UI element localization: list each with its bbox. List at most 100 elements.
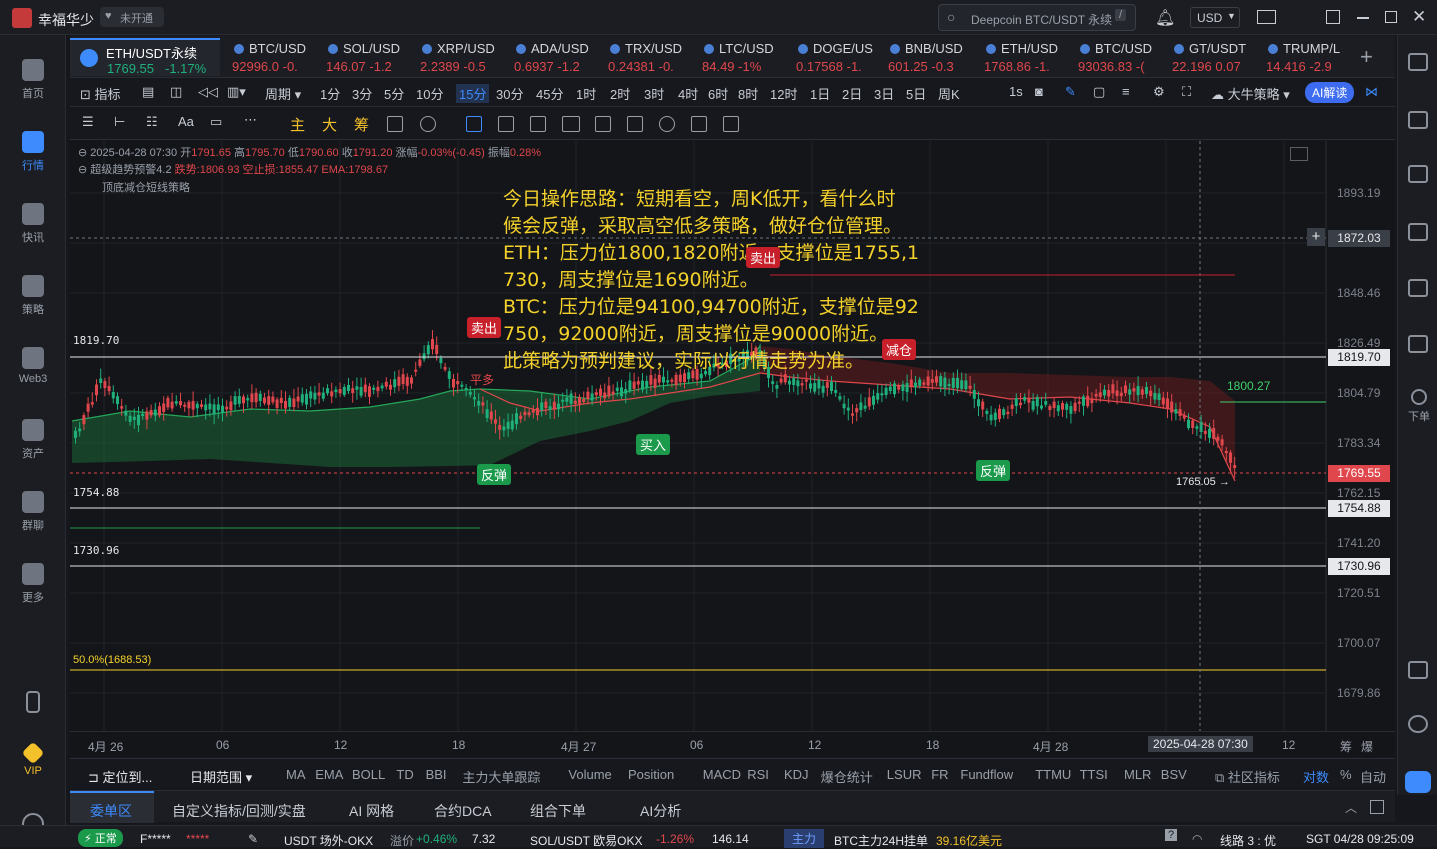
symbol-tab[interactable]: LTC/USD 84.49 -1% xyxy=(702,38,794,76)
nav-chat[interactable]: 群聊 xyxy=(0,491,66,533)
chips-toggle[interactable]: 筹 xyxy=(1340,738,1352,755)
indicator-item[interactable]: MLR xyxy=(1124,767,1151,782)
edit-icon[interactable]: ✎ xyxy=(248,832,258,846)
refresh-tool-icon[interactable] xyxy=(387,116,403,132)
indicator-item[interactable]: 主力大单跟踪 xyxy=(462,767,540,786)
indicator-item[interactable]: 爆仓统计 xyxy=(821,767,873,786)
period-9[interactable]: 3时 xyxy=(644,84,664,103)
period-8[interactable]: 2时 xyxy=(610,84,630,103)
symbol-tab[interactable]: ADA/USD 0.6937 -1.2 xyxy=(514,38,606,76)
expand-panel-icon[interactable] xyxy=(1370,800,1384,814)
percent-toggle[interactable]: % xyxy=(1340,767,1352,782)
lock-tool-icon[interactable] xyxy=(595,116,611,132)
signal-icon[interactable] xyxy=(1408,223,1428,241)
nav-vip[interactable]: VIP xyxy=(0,741,66,777)
rewind-icon[interactable]: ◁◁ xyxy=(198,84,218,100)
period-select[interactable]: 周期 ▾ xyxy=(265,84,301,103)
indicator-item[interactable]: LSUR xyxy=(887,767,922,782)
period-7[interactable]: 1时 xyxy=(576,84,596,103)
ai-interpret-button[interactable]: AI解读 xyxy=(1305,82,1355,103)
period-5[interactable]: 30分 xyxy=(496,84,523,103)
symbol-tab[interactable]: SOL/USD 146.07 -1.2 xyxy=(326,38,418,76)
liquidation-toggle[interactable]: 爆 xyxy=(1361,738,1373,755)
second-chart-button[interactable]: 1s xyxy=(1009,84,1023,99)
help-icon[interactable]: ? xyxy=(1165,829,1178,841)
symbol-tab[interactable]: GT/USDT 22.196 0.07 xyxy=(1172,38,1264,76)
username[interactable]: 幸福华少 xyxy=(38,10,94,30)
bell-icon[interactable]: 🔔︎ xyxy=(1155,8,1175,28)
period-1[interactable]: 3分 xyxy=(352,84,372,103)
symbol-tab[interactable]: TRX/USD 0.24381 -0. xyxy=(608,38,700,76)
indicator-item[interactable]: MA xyxy=(286,767,306,782)
symbol-tab[interactable]: TRUMP/L 14.416 -2.9 xyxy=(1266,38,1358,76)
add-tab-icon[interactable]: + xyxy=(1360,44,1373,70)
layout-icon[interactable] xyxy=(1408,53,1428,71)
edit-tool-icon[interactable] xyxy=(627,116,643,132)
maximize-icon[interactable] xyxy=(1385,11,1397,23)
popout-icon[interactable] xyxy=(1326,10,1340,24)
more-tools-icon[interactable]: ⋯ xyxy=(244,112,257,128)
bars-tool-icon[interactable] xyxy=(562,116,580,132)
share-icon[interactable]: ⋈ xyxy=(1365,84,1378,100)
layout-split-icon[interactable]: ◫ xyxy=(170,84,182,100)
tab-ai-grid[interactable]: AI 网格 xyxy=(349,801,394,821)
symbol-tab[interactable]: BNB/USD 601.25 -0.3 xyxy=(888,38,980,76)
period-10[interactable]: 4时 xyxy=(678,84,698,103)
tab-custom-indicators[interactable]: 自定义指标/回测/实盘 xyxy=(172,801,306,821)
chips-button[interactable]: 筹 xyxy=(354,114,369,135)
magnet-tool-icon[interactable] xyxy=(659,116,675,132)
period-2[interactable]: 5分 xyxy=(384,84,404,103)
indicator-button[interactable]: ⊡ 指标 xyxy=(80,84,121,103)
calendar-icon[interactable]: ▤ xyxy=(142,84,154,100)
period-17[interactable]: 5日 xyxy=(906,84,926,103)
select-tool-icon[interactable] xyxy=(466,116,482,132)
period-0[interactable]: 1分 xyxy=(320,84,340,103)
log-scale-toggle[interactable]: 对数 xyxy=(1303,767,1329,786)
indicator-legend-2[interactable]: 顶底减仓短线策略 xyxy=(102,179,190,195)
symbol-tab[interactable]: ETH/USD 1768.86 -1. xyxy=(984,38,1076,76)
auto-scale-toggle[interactable]: 自动 xyxy=(1360,767,1386,786)
period-15[interactable]: 2日 xyxy=(842,84,862,103)
period-4[interactable]: 15分 xyxy=(456,84,490,103)
indicator-item[interactable]: Position xyxy=(628,767,674,782)
avatar[interactable] xyxy=(12,8,32,28)
indicator-item[interactable]: TTSI xyxy=(1080,767,1108,782)
strategy-select[interactable]: ☁ 大牛策略 ▾ xyxy=(1211,84,1290,103)
rect-icon[interactable]: ▢ xyxy=(1093,84,1105,100)
marker-tool-icon[interactable] xyxy=(530,116,546,132)
nav-assets[interactable]: 资产 xyxy=(0,419,66,461)
indicator-item[interactable]: BBI xyxy=(426,767,447,782)
close-icon[interactable]: ✕ xyxy=(1412,7,1426,27)
brush-tool-icon[interactable] xyxy=(498,116,514,132)
indicator-item[interactable]: MACD xyxy=(703,767,741,782)
chart-type-icon[interactable]: ▥▾ xyxy=(227,84,246,100)
nav-web3[interactable]: Web3 xyxy=(0,347,66,385)
camera-icon[interactable]: ◙ xyxy=(1035,84,1043,99)
mail-icon[interactable] xyxy=(1257,10,1276,24)
tab-ai-analysis[interactable]: AI分析 xyxy=(640,801,681,821)
indicator-item[interactable]: BSV xyxy=(1161,767,1187,782)
nav-news[interactable]: 快讯 xyxy=(0,203,66,245)
dollar-icon[interactable] xyxy=(1408,165,1428,183)
place-order-button[interactable]: 下单 xyxy=(1404,389,1434,424)
currency-select[interactable]: USD ▼ xyxy=(1190,7,1240,28)
indicator-item[interactable]: TD xyxy=(396,767,413,782)
period-13[interactable]: 12时 xyxy=(770,84,797,103)
period-3[interactable]: 10分 xyxy=(416,84,443,103)
line-tool-icon[interactable]: ⊢ xyxy=(114,114,125,130)
indicator-item[interactable]: Volume xyxy=(568,767,611,782)
settings-gear-icon[interactable]: ⚙ xyxy=(1153,84,1165,100)
period-6[interactable]: 45分 xyxy=(536,84,563,103)
period-16[interactable]: 3日 xyxy=(874,84,894,103)
big-order-button[interactable]: 大 xyxy=(322,114,337,135)
card-icon[interactable] xyxy=(1408,335,1428,353)
indicator-item[interactable]: BOLL xyxy=(352,767,385,782)
nav-strategy[interactable]: 策略 xyxy=(0,275,66,317)
headset-icon[interactable] xyxy=(1408,715,1428,733)
indicator-item[interactable]: FR xyxy=(931,767,948,782)
date-range-select[interactable]: 日期范围 ▾ xyxy=(190,767,252,786)
tab-order-area-label[interactable]: 委单区 xyxy=(90,801,132,821)
symbol-tab[interactable]: BTC/USD 93036.83 -( xyxy=(1078,38,1170,76)
fullscreen-icon[interactable]: ⛶ xyxy=(1182,84,1191,100)
symbol-tab[interactable]: XRP/USD 2.2389 -0.5 xyxy=(420,38,512,76)
